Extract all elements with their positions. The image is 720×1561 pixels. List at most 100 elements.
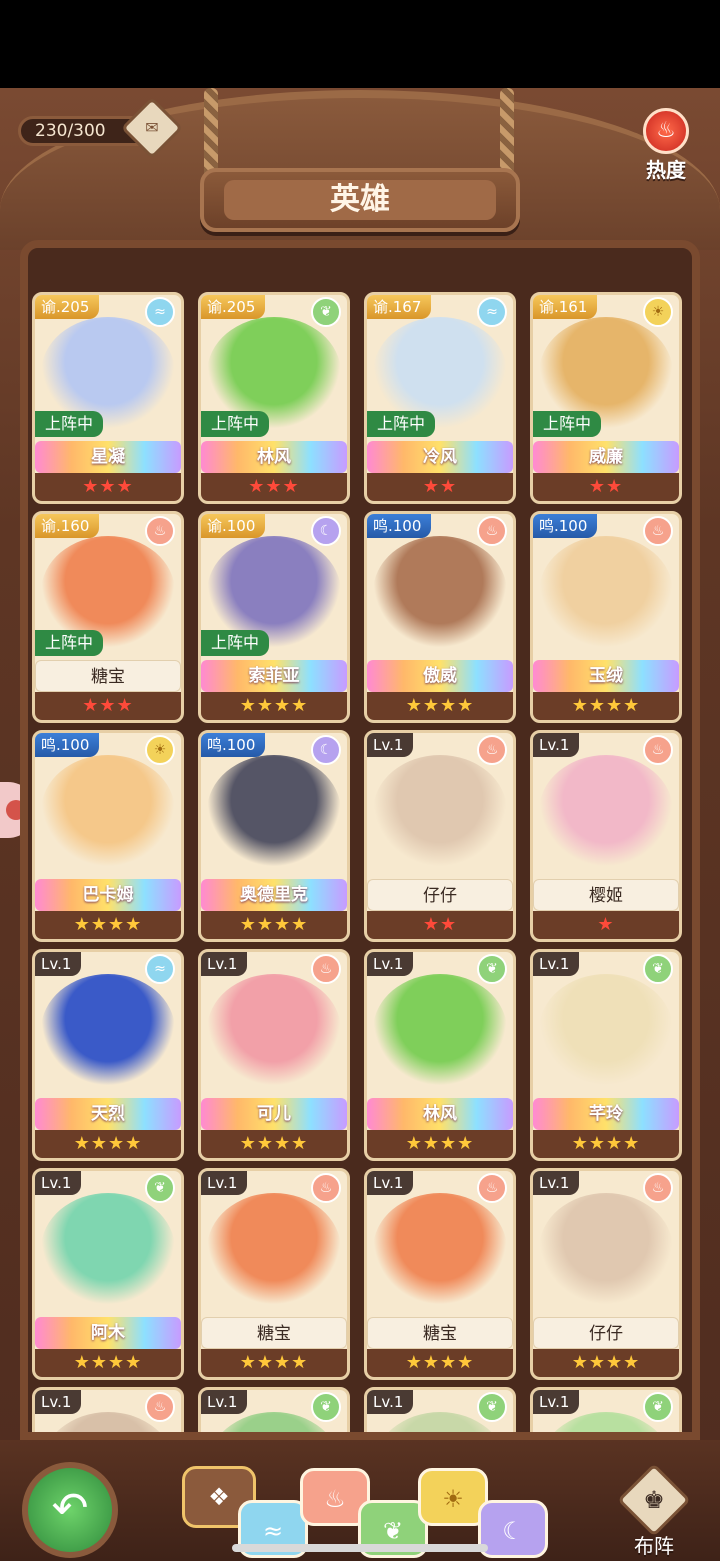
hero-stars: ★ bbox=[533, 911, 679, 939]
hero-portrait bbox=[41, 1193, 175, 1305]
hero-name: 奥德里克 bbox=[201, 879, 347, 911]
hero-name: 林风 bbox=[367, 1098, 513, 1130]
fire-element-icon: ♨ bbox=[145, 516, 175, 546]
leaf-element-icon: ❦ bbox=[643, 1392, 673, 1422]
hero-name: 可儿 bbox=[201, 1098, 347, 1130]
hero-portrait bbox=[207, 974, 341, 1086]
hero-stars: ★★ bbox=[533, 473, 679, 501]
hero-card[interactable]: 鸣.100 ☾ 奥德里克 ★★★★ bbox=[198, 730, 350, 942]
hero-name: 冷风 bbox=[367, 441, 513, 473]
hero-card[interactable]: Lv.1 ❦ bbox=[198, 1387, 350, 1432]
hero-card[interactable]: Lv.1 ❦ bbox=[530, 1387, 682, 1432]
hero-card[interactable]: 谕.160 ♨ 上阵中 糖宝 ★★★ bbox=[32, 511, 184, 723]
hero-card[interactable]: Lv.1 ♨ 可儿 ★★★★ bbox=[198, 949, 350, 1161]
back-button[interactable]: ↶ bbox=[22, 1462, 118, 1558]
hero-portrait bbox=[373, 536, 507, 648]
hero-name: 仔仔 bbox=[367, 879, 513, 911]
hero-portrait bbox=[539, 755, 673, 867]
hero-level-badge: Lv.1 bbox=[201, 1390, 248, 1414]
hero-level-badge: Lv.1 bbox=[201, 1171, 248, 1195]
hero-card[interactable]: Lv.1 ♨ 仔仔 ★★ bbox=[364, 730, 516, 942]
hero-card[interactable]: Lv.1 ❦ bbox=[364, 1387, 516, 1432]
hero-name: 索菲亚 bbox=[201, 660, 347, 692]
hero-card[interactable]: Lv.1 ♨ bbox=[32, 1387, 184, 1432]
hero-level-badge: 鸣.100 bbox=[367, 514, 432, 538]
hero-stars: ★★★★ bbox=[367, 1349, 513, 1377]
hero-card[interactable]: 谕.167 ≈ 上阵中 冷风 ★★ bbox=[364, 292, 516, 504]
leaf-element-icon: ❦ bbox=[643, 954, 673, 984]
hero-portrait bbox=[207, 1193, 341, 1305]
hero-name: 星凝 bbox=[35, 441, 181, 473]
hero-stars: ★★★★ bbox=[533, 1349, 679, 1377]
chess-icon: ♚ bbox=[617, 1463, 691, 1537]
hero-name: 樱姬 bbox=[533, 879, 679, 911]
moon-element-icon: ☾ bbox=[311, 735, 341, 765]
deployed-badge: 上阵中 bbox=[35, 411, 104, 437]
hero-card[interactable]: 谕.205 ❦ 上阵中林风 ★★★ bbox=[198, 292, 350, 504]
hero-card[interactable]: 鸣.100 ♨ 傲威 ★★★★ bbox=[364, 511, 516, 723]
hero-card[interactable]: Lv.1 ♨ 仔仔 ★★★★ bbox=[530, 1168, 682, 1380]
hero-name: 糖宝 bbox=[367, 1317, 513, 1349]
hero-card[interactable]: Lv.1 ≈ 天烈 ★★★★ bbox=[32, 949, 184, 1161]
back-arrow-icon: ↶ bbox=[51, 1483, 89, 1534]
hero-name: 林风 bbox=[201, 441, 347, 473]
hero-level-badge: 谕.205 bbox=[201, 295, 266, 319]
deployed-badge: 上阵中 bbox=[367, 411, 436, 437]
page-title: 英雄 bbox=[224, 180, 496, 220]
hero-stars: ★★★★ bbox=[201, 692, 347, 720]
hero-card[interactable]: Lv.1 ❦ 林风 ★★★★ bbox=[364, 949, 516, 1161]
hero-level-badge: Lv.1 bbox=[533, 952, 580, 976]
hero-card[interactable]: Lv.1 ❦ 阿木 ★★★★ bbox=[32, 1168, 184, 1380]
water-element-icon: ≈ bbox=[145, 954, 175, 984]
sun-element-icon: ☀ bbox=[643, 297, 673, 327]
fire-element-icon: ♨ bbox=[311, 1173, 341, 1203]
leaf-element-icon: ❦ bbox=[477, 954, 507, 984]
hero-portrait bbox=[41, 755, 175, 867]
hero-level-badge: Lv.1 bbox=[35, 1390, 82, 1414]
hero-level-badge: Lv.1 bbox=[367, 952, 414, 976]
hero-card[interactable]: Lv.1 ♨ 糖宝 ★★★★ bbox=[364, 1168, 516, 1380]
sun-element-icon: ☀ bbox=[145, 735, 175, 765]
hero-card[interactable]: Lv.1 ❦ 芊玲 ★★★★ bbox=[530, 949, 682, 1161]
hero-card[interactable]: Lv.1 ♨ 樱姬 ★ bbox=[530, 730, 682, 942]
hero-name: 天烈 bbox=[35, 1098, 181, 1130]
hero-level-badge: Lv.1 bbox=[533, 1390, 580, 1414]
hero-card[interactable]: 谕.100 ☾ 上阵中 索菲亚 ★★★★ bbox=[198, 511, 350, 723]
hero-level-badge: 谕.161 bbox=[533, 295, 598, 319]
deployed-badge: 上阵中 bbox=[201, 411, 270, 437]
hero-portrait bbox=[207, 755, 341, 867]
hero-stars: ★★★★ bbox=[35, 1349, 181, 1377]
hero-level-badge: Lv.1 bbox=[533, 1171, 580, 1195]
hero-stars: ★★★ bbox=[35, 692, 181, 720]
hero-name: 威廉 bbox=[533, 441, 679, 473]
hero-level-badge: Lv.1 bbox=[367, 1171, 414, 1195]
hero-card[interactable]: Lv.1 ♨ 糖宝 ★★★★ bbox=[198, 1168, 350, 1380]
water-element-icon: ≈ bbox=[145, 297, 175, 327]
hero-name: 糖宝 bbox=[201, 1317, 347, 1349]
hero-level-badge: Lv.1 bbox=[367, 733, 414, 757]
home-indicator[interactable] bbox=[232, 1544, 488, 1552]
hero-level-badge: 谕.205 bbox=[35, 295, 100, 319]
hero-name: 糖宝 bbox=[35, 660, 181, 692]
hero-level-badge: 鸣.100 bbox=[35, 733, 100, 757]
fire-element-icon: ♨ bbox=[477, 516, 507, 546]
hero-card[interactable]: 谕.161 ☀ 上阵中 威廉 ★★ bbox=[530, 292, 682, 504]
hero-card[interactable]: 谕.205 ≈ 上阵中星凝 ★★★ bbox=[32, 292, 184, 504]
page-title-board: 英雄 bbox=[200, 168, 520, 232]
hero-level-badge: 谕.100 bbox=[201, 514, 266, 538]
formation-button[interactable]: ♚ 布阵 bbox=[614, 1463, 694, 1559]
hero-level-badge: Lv.1 bbox=[35, 1171, 82, 1195]
leaf-element-icon: ❦ bbox=[311, 297, 341, 327]
hero-name: 巴卡姆 bbox=[35, 879, 181, 911]
hot-button[interactable]: ♨ 热度 bbox=[634, 108, 698, 188]
hero-level-badge: 鸣.100 bbox=[201, 733, 266, 757]
hero-name: 傲威 bbox=[367, 660, 513, 692]
hero-stars: ★★★ bbox=[35, 473, 181, 501]
hero-card[interactable]: 鸣.100 ♨ 玉绒 ★★★★ bbox=[530, 511, 682, 723]
hero-level-badge: Lv.1 bbox=[533, 733, 580, 757]
hero-stars: ★★★ bbox=[201, 473, 347, 501]
hero-level-badge: 鸣.100 bbox=[533, 514, 598, 538]
status-bar bbox=[0, 0, 720, 88]
hero-card[interactable]: 鸣.100 ☀ 巴卡姆 ★★★★ bbox=[32, 730, 184, 942]
filter-moon-button[interactable]: ☾ bbox=[478, 1500, 548, 1558]
